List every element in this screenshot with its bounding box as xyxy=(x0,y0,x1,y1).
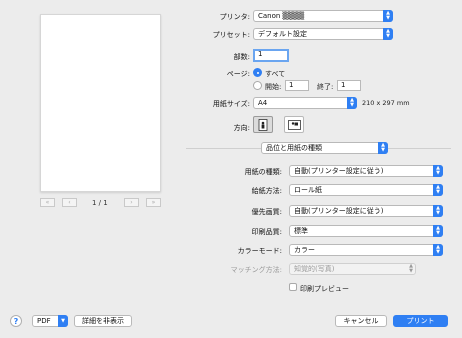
media-type-label: 用紙の種類: xyxy=(244,168,282,176)
copies-label: 部数: xyxy=(233,53,250,61)
print-quality-label: 印刷品質: xyxy=(251,228,282,236)
priority-label: 優先画質: xyxy=(251,208,282,216)
print-quality-select[interactable]: 標準 ▲ ▼ xyxy=(289,225,443,237)
pages-from-field[interactable]: 1 xyxy=(285,80,309,91)
section-value: 品位と用紙の種類 xyxy=(266,144,322,152)
first-page-button[interactable]: « xyxy=(40,198,55,207)
chevron-updown-icon: ▲ ▼ xyxy=(383,28,393,40)
print-preview-page xyxy=(40,14,161,192)
orientation-label: 方向: xyxy=(233,124,250,132)
page-indicator: 1 / 1 xyxy=(92,199,108,207)
help-icon: ? xyxy=(13,316,19,326)
last-page-button[interactable]: » xyxy=(146,198,161,207)
pdf-label: PDF xyxy=(37,317,51,325)
chevron-updown-icon: ▲ ▼ xyxy=(433,244,443,256)
help-button[interactable]: ? xyxy=(10,315,22,327)
chevron-down-icon: ▼ xyxy=(58,315,68,327)
chevron-updown-icon: ▲ ▼ xyxy=(433,165,443,177)
pages-to-label: 終了: xyxy=(317,83,334,91)
paper-size-label: 用紙サイズ: xyxy=(212,100,250,108)
previous-page-button[interactable]: ‹ xyxy=(62,198,77,207)
chevron-updown-icon: ▲ ▼ xyxy=(433,225,443,237)
preset-label: プリセット: xyxy=(212,31,250,39)
landscape-icon xyxy=(287,119,301,130)
print-quality-value: 標準 xyxy=(294,227,308,235)
print-preview-label: 印刷プレビュー xyxy=(300,285,349,293)
pages-all-radio[interactable] xyxy=(253,68,262,77)
pages-to-field[interactable]: 1 xyxy=(337,80,361,91)
chevron-updown-icon: ▲ ▼ xyxy=(383,10,393,22)
matching-label: マッチング方法: xyxy=(230,266,282,274)
chevron-updown-icon: ▲ ▼ xyxy=(347,97,357,109)
section-select[interactable]: 品位と用紙の種類 ▲ ▼ xyxy=(261,142,388,154)
matching-value: 知覚的(写真) xyxy=(294,265,335,273)
paper-source-value: ロール紙 xyxy=(294,186,322,194)
printer-select[interactable]: Canon ▒▒▒▒ ▲ ▼ xyxy=(253,10,393,22)
portrait-icon xyxy=(258,118,268,131)
preset-select[interactable]: デフォルト設定 ▲ ▼ xyxy=(253,28,393,40)
pages-label: ページ: xyxy=(226,70,250,78)
paper-source-label: 給紙方法: xyxy=(251,187,282,195)
pages-from-label: 開始: xyxy=(265,83,282,91)
landscape-button[interactable] xyxy=(284,116,304,133)
print-preview-checkbox[interactable] xyxy=(289,283,297,291)
portrait-button[interactable] xyxy=(253,116,273,133)
color-mode-value: カラー xyxy=(294,246,315,254)
pages-all-label: すべて xyxy=(265,70,286,78)
hide-details-button[interactable]: 詳細を非表示 xyxy=(74,315,132,327)
paper-size-value: A4 xyxy=(258,99,268,107)
media-type-value: 自動(プリンター設定に従う) xyxy=(294,167,384,175)
copies-field[interactable]: 1 xyxy=(253,49,289,62)
preset-value: デフォルト設定 xyxy=(258,30,307,38)
chevron-updown-icon: ▲ ▼ xyxy=(378,142,388,154)
priority-value: 自動(プリンター設定に従う) xyxy=(294,207,384,215)
cancel-button[interactable]: キャンセル xyxy=(335,315,387,327)
paper-size-select[interactable]: A4 ▲ ▼ xyxy=(253,97,357,109)
pages-range-radio[interactable] xyxy=(253,81,262,90)
color-mode-label: カラーモード: xyxy=(237,247,282,255)
media-type-select[interactable]: 自動(プリンター設定に従う) ▲ ▼ xyxy=(289,165,443,177)
printer-label: プリンタ: xyxy=(219,13,250,21)
paper-dimensions: 210 x 297 mm xyxy=(362,99,410,107)
chevron-updown-icon: ▲ ▼ xyxy=(433,184,443,196)
matching-select: 知覚的(写真) ▲ ▼ xyxy=(289,263,416,275)
printer-value: Canon ▒▒▒▒ xyxy=(258,12,305,20)
chevron-updown-icon: ▲ ▼ xyxy=(433,205,443,217)
print-button[interactable]: プリント xyxy=(393,315,448,327)
paper-source-select[interactable]: ロール紙 ▲ ▼ xyxy=(289,184,443,196)
pdf-menu-button[interactable]: PDF ▼ xyxy=(32,315,68,327)
chevron-updown-icon: ▲ ▼ xyxy=(409,263,413,274)
next-page-button[interactable]: › xyxy=(124,198,139,207)
color-mode-select[interactable]: カラー ▲ ▼ xyxy=(289,244,443,256)
priority-select[interactable]: 自動(プリンター設定に従う) ▲ ▼ xyxy=(289,205,443,217)
